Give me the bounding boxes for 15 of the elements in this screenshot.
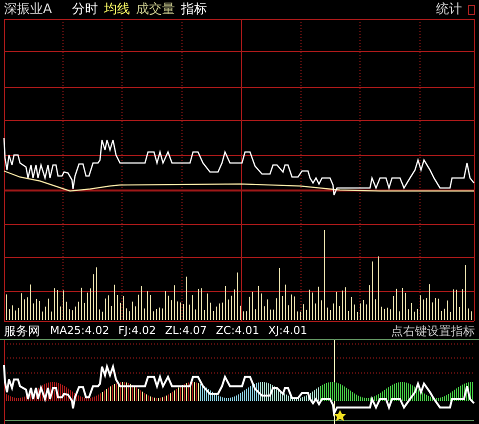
indicator-name: 服务网	[4, 324, 40, 336]
chart-tab[interactable]: 成交量	[136, 3, 175, 16]
panel-toggle-icon[interactable]	[468, 4, 475, 14]
indicator-hint: 点右键设置指标	[391, 324, 475, 336]
indicator-value: ZL:4.07	[165, 325, 207, 336]
indicator-value: XJ:4.01	[268, 325, 308, 336]
chart-tab[interactable]: 分时	[72, 3, 98, 16]
chart-tab[interactable]: 均线	[104, 3, 130, 16]
chart-tab[interactable]: 指标	[180, 3, 207, 16]
indicator-value: FJ:4.02	[118, 325, 156, 336]
star-icon	[334, 410, 346, 421]
indicator-value: MA25:4.02	[50, 325, 110, 336]
statistics-label[interactable]: 统计	[436, 3, 462, 16]
stock-name: 深振业A	[4, 3, 52, 16]
indicator-value: ZC:4.01	[216, 325, 260, 336]
